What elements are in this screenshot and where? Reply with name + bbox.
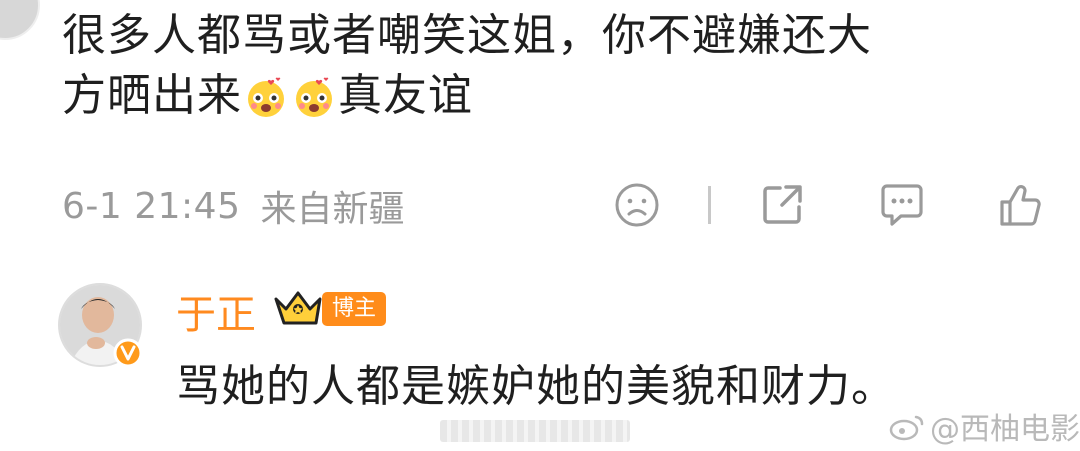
weibo-logo-icon	[888, 411, 928, 441]
watermark-text: @西柚电影	[930, 412, 1080, 447]
comment-line-1: 很多人都骂或者嘲笑这姐，你不避嫌还大	[62, 10, 872, 61]
dislike-face-icon[interactable]	[610, 178, 664, 232]
blurred-strip	[440, 420, 630, 442]
like-thumb-icon[interactable]	[994, 178, 1048, 232]
reply-username[interactable]: 于正	[176, 282, 256, 340]
meta-divider	[708, 186, 711, 224]
blogger-badge: 博主	[322, 292, 387, 326]
previous-user-avatar[interactable]	[0, 0, 40, 40]
comment-line-2-prefix: 方晒出来	[62, 70, 242, 121]
reply-user-avatar[interactable]	[58, 283, 146, 371]
comment-icon[interactable]	[875, 178, 929, 232]
crown-icon	[272, 287, 324, 327]
blush-heart-emoji-icon	[244, 74, 288, 118]
comment-text: 很多人都骂或者嘲笑这姐，你不避嫌还大 方晒出来 真友谊	[62, 6, 1042, 126]
comment-meta-row: 6-1 21:45 来自新疆	[62, 178, 1052, 234]
blush-heart-emoji-icon	[292, 74, 336, 118]
reply-text: 骂她的人都是嫉妒她的美貌和财力。	[176, 361, 896, 412]
comment-time: 6-1 21:45	[62, 185, 241, 227]
comment-location: 来自新疆	[260, 189, 405, 230]
comment-line-2: 方晒出来 真友谊	[62, 66, 1042, 126]
comment-line-2-suffix: 真友谊	[338, 70, 473, 121]
share-icon[interactable]	[756, 178, 810, 232]
